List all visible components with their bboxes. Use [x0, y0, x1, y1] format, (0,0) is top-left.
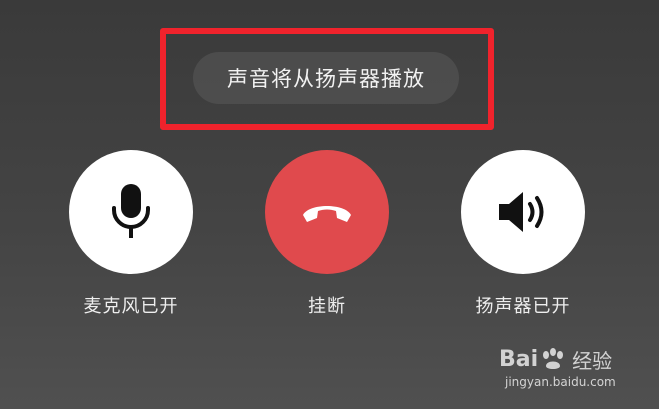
speaker-volume-icon [499, 192, 544, 232]
speaker-label: 扬声器已开 [475, 296, 571, 317]
watermark-cn-text: 经验 [572, 348, 613, 373]
paw-icon [543, 348, 564, 369]
baidu-jingyan-watermark: Bai 经验 jingyan.baidu.com [499, 345, 629, 393]
hang-up-phone-icon [303, 206, 351, 222]
hang-up-label: 挂断 [308, 296, 346, 317]
call-screen: 声音将从扬声器播放 麦克风已开 挂断 扬声器已开 Bai 经验 jingyan.… [0, 0, 659, 409]
toast-text: 声音将从扬声器播放 [227, 67, 425, 91]
hang-up-button[interactable] [265, 150, 389, 274]
speaker-button[interactable] [461, 150, 585, 274]
watermark-brand-text: Bai [499, 346, 539, 372]
speaker-toast: 声音将从扬声器播放 [193, 52, 459, 104]
watermark-logo: Bai 经验 [499, 345, 612, 373]
microphone-button[interactable] [69, 150, 193, 274]
microphone-label: 麦克风已开 [83, 296, 179, 317]
watermark-url: jingyan.baidu.com [505, 375, 616, 389]
microphone-icon [112, 184, 150, 238]
